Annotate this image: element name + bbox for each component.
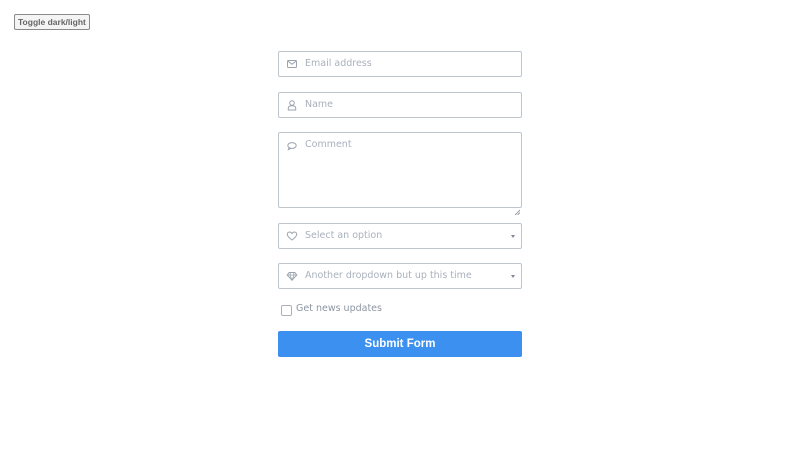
comment-placeholder: Comment	[305, 139, 352, 150]
resize-handle-icon[interactable]	[514, 200, 521, 216]
gem-icon	[286, 270, 298, 282]
comment-textarea[interactable]: Comment	[278, 132, 522, 216]
newsletter-checkbox[interactable]	[281, 305, 292, 316]
submit-button[interactable]: Submit Form	[278, 331, 522, 357]
toggle-theme-button[interactable]: Toggle dark/light	[14, 14, 90, 30]
envelope-icon	[286, 58, 298, 70]
newsletter-label[interactable]: Get news updates	[296, 303, 382, 314]
select-placeholder: Select an option	[305, 230, 383, 241]
heart-icon	[286, 230, 298, 242]
name-placeholder: Name	[305, 99, 334, 110]
dropup-select[interactable]: Another dropdown but up this time	[278, 263, 522, 289]
chevron-down-icon	[511, 275, 515, 278]
speech-bubble-icon	[286, 140, 298, 152]
option-select[interactable]: Select an option	[278, 223, 522, 249]
user-icon	[286, 99, 298, 111]
chevron-down-icon	[511, 235, 515, 238]
email-placeholder: Email address	[305, 58, 372, 69]
email-field[interactable]: Email address	[278, 51, 522, 77]
dropup-placeholder: Another dropdown but up this time	[305, 270, 472, 281]
name-field[interactable]: Name	[278, 92, 522, 118]
